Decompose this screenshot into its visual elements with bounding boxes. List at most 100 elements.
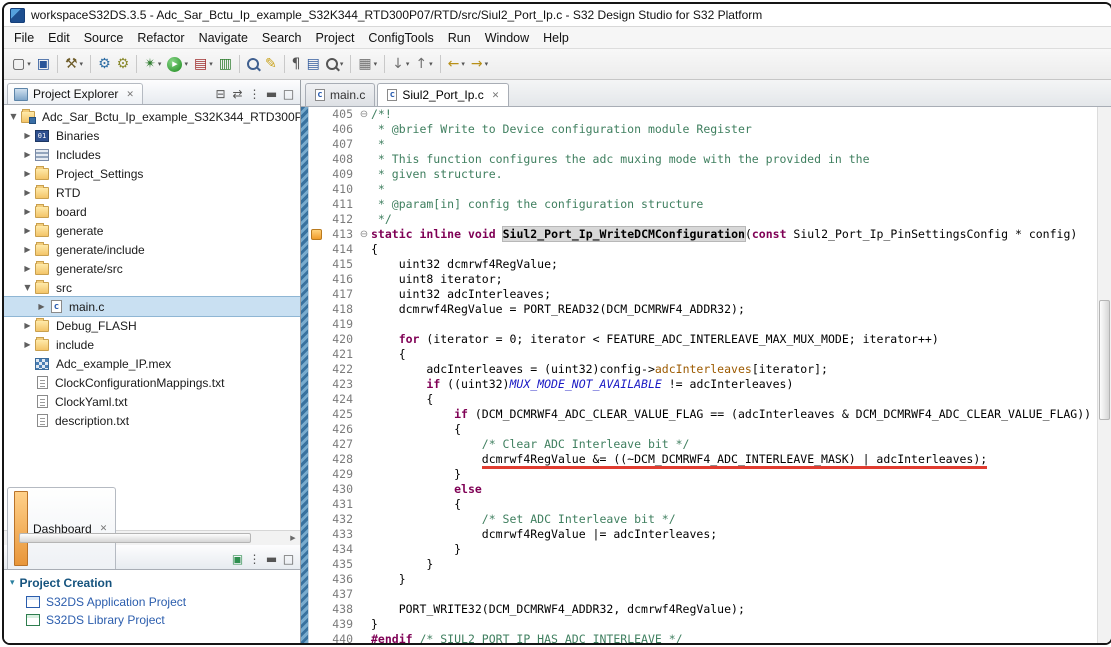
fold-collapse-icon[interactable]: ⊖ <box>357 107 371 122</box>
code-line[interactable]: 413 ⊖ static inline void Siul2_Port_Ip_Wri… <box>309 226 1097 242</box>
open-dashboard-icon[interactable]: ▣ <box>229 552 246 566</box>
project-explorer-tab[interactable]: Project Explorer ✕ <box>7 83 143 104</box>
menu-search[interactable]: Search <box>255 29 309 47</box>
line-number[interactable]: 409 <box>323 167 357 182</box>
line-number[interactable]: 422 <box>323 362 357 377</box>
tree-item-board[interactable]: ▶ board <box>4 202 300 221</box>
line-number[interactable]: 438 <box>323 602 357 617</box>
expand-arrow-icon[interactable]: ▶ <box>22 264 33 273</box>
code-line[interactable]: 438 PORT_WRITE32(DCM_DCMRWF4_ADDR32, dcm… <box>309 602 1097 617</box>
line-number[interactable]: 418 <box>323 302 357 317</box>
tab-siul2-port-ip-c[interactable]: c Siul2_Port_Ip.c ✕ <box>377 83 510 106</box>
tree-item-includes[interactable]: ▶ Includes <box>4 145 300 164</box>
line-number[interactable]: 430 <box>323 482 357 497</box>
maximize-icon[interactable]: □ <box>280 87 297 101</box>
tree-item-adc-sar-bctu-ip-example-s32k344-rtd300p07[interactable]: ▼ Adc_Sar_Bctu_Ip_example_S32K344_RTD300P… <box>4 107 300 126</box>
line-number[interactable]: 406 <box>323 122 357 137</box>
menu-project[interactable]: Project <box>309 29 362 47</box>
expand-arrow-icon[interactable]: ▶ <box>22 131 33 140</box>
code-line[interactable]: 431 { <box>309 497 1097 512</box>
expand-arrow-icon[interactable]: ▶ <box>22 150 33 159</box>
tree-item-debug-flash[interactable]: ▶ Debug_FLASH <box>4 316 300 335</box>
menu-refactor[interactable]: Refactor <box>130 29 191 47</box>
open-console-button[interactable]: ▤ <box>304 52 323 76</box>
menu-configtools[interactable]: ConfigTools <box>361 29 440 47</box>
code-line[interactable]: 406 * @brief Write to Device configurati… <box>309 122 1097 137</box>
code-line[interactable]: 426 { <box>309 422 1097 437</box>
tree-item-generate[interactable]: ▶ generate <box>4 221 300 240</box>
line-number[interactable]: 419 <box>323 317 357 332</box>
line-number[interactable]: 439 <box>323 617 357 632</box>
code-line[interactable]: 420 for (iterator = 0; iterator < FEATUR… <box>309 332 1097 347</box>
code-line[interactable]: 407 * <box>309 137 1097 152</box>
run-button[interactable]: ▶ ▾ <box>164 52 191 76</box>
mark-occurrences-button[interactable]: ✎ <box>262 52 280 76</box>
expand-arrow-icon[interactable]: ▶ <box>22 188 33 197</box>
menu-navigate[interactable]: Navigate <box>192 29 255 47</box>
line-number[interactable]: 410 <box>323 182 357 197</box>
code-line[interactable]: 422 adcInterleaves = (uint32)config->adc… <box>309 362 1097 377</box>
line-number[interactable]: 412 <box>323 212 357 227</box>
tree-item-adc-example-ip-mex[interactable]: Adc_example_IP.mex <box>4 354 300 373</box>
horizontal-scrollbar[interactable]: ◀ ▶ <box>4 530 300 545</box>
code-line[interactable]: 440 #endif /* SIUL2_PORT_IP_HAS_ADC_INTER… <box>309 632 1097 643</box>
code-line[interactable]: 437 <box>309 587 1097 602</box>
coverage-button[interactable]: ▥ <box>216 52 235 76</box>
line-number[interactable]: 433 <box>323 527 357 542</box>
project-creation-section[interactable]: ▾ Project Creation <box>4 573 300 593</box>
tree-item-main-c[interactable]: ▶ c main.c <box>4 296 300 317</box>
code-line[interactable]: 412 */ <box>309 212 1097 227</box>
tree-item-include[interactable]: ▶ include <box>4 335 300 354</box>
link-s32ds-library-project[interactable]: S32DS Library Project <box>4 611 300 629</box>
line-number[interactable]: 436 <box>323 572 357 587</box>
code-line[interactable]: 433 dcmrwf4RegValue |= adcInterleaves; <box>309 527 1097 542</box>
dashboard-tab[interactable]: Dashboard ✕ <box>7 487 117 569</box>
code-line[interactable]: 411 * @param[in] config the configuratio… <box>309 197 1097 212</box>
flashlight-button[interactable] <box>244 52 262 76</box>
code-line[interactable]: 408 * This function configures the adc m… <box>309 152 1097 167</box>
editor-scrollbar-thumb[interactable] <box>1099 299 1110 420</box>
collapse-arrow-icon[interactable]: ▼ <box>22 283 33 292</box>
code-line[interactable]: 405 ⊖/*! <box>309 107 1097 122</box>
code-line[interactable]: 430 else <box>309 482 1097 497</box>
line-number[interactable]: 427 <box>323 437 357 452</box>
menu-help[interactable]: Help <box>536 29 576 47</box>
line-number[interactable]: 426 <box>323 422 357 437</box>
expand-arrow-icon[interactable]: ▶ <box>22 245 33 254</box>
code-line[interactable]: 434 } <box>309 542 1097 557</box>
scrollbar-thumb[interactable] <box>19 533 252 543</box>
code-line[interactable]: 439} <box>309 617 1097 632</box>
line-number[interactable]: 440 <box>323 632 357 643</box>
code-line[interactable]: 419 <box>309 317 1097 332</box>
editor-scrollbar[interactable] <box>1097 107 1111 643</box>
build-button[interactable]: ⚒ ▾ <box>62 52 86 76</box>
line-number[interactable]: 429 <box>323 467 357 482</box>
link-s32ds-application-project[interactable]: S32DS Application Project <box>4 593 300 611</box>
code-line[interactable]: 436 } <box>309 572 1097 587</box>
menu-source[interactable]: Source <box>77 29 131 47</box>
menu-window[interactable]: Window <box>478 29 536 47</box>
line-number[interactable]: 415 <box>323 257 357 272</box>
code-line[interactable]: 409 * given structure. <box>309 167 1097 182</box>
maximize-icon[interactable]: □ <box>280 552 297 566</box>
save-button[interactable]: ▣ <box>34 52 53 76</box>
line-number[interactable]: 408 <box>323 152 357 167</box>
code-line[interactable]: 414 { <box>309 242 1097 257</box>
menu-file[interactable]: File <box>7 29 41 47</box>
tree-item-src[interactable]: ▼ src <box>4 278 300 297</box>
link-with-editor-icon[interactable]: ⇄ <box>229 87 246 101</box>
code-line[interactable]: 429 } <box>309 467 1097 482</box>
code-line[interactable]: 428 dcmrwf4RegValue &= ((~DCM_DCMRWF4_AD… <box>309 452 1097 469</box>
line-number[interactable]: 437 <box>323 587 357 602</box>
close-tab-icon[interactable]: ✕ <box>492 90 500 101</box>
code-line[interactable]: 421 { <box>309 347 1097 362</box>
next-annotation-button[interactable]: ↓ ▾ <box>389 52 412 76</box>
line-number[interactable]: 421 <box>323 347 357 362</box>
line-number[interactable]: 431 <box>323 497 357 512</box>
minimize-icon[interactable]: ▬ <box>263 552 280 566</box>
expand-arrow-icon[interactable]: ▶ <box>22 207 33 216</box>
code-line[interactable]: 416 uint8 iterator; <box>309 272 1097 287</box>
tree-item-generate-include[interactable]: ▶ generate/include <box>4 240 300 259</box>
new-wizard-button[interactable]: ▢ ▾ <box>9 52 34 76</box>
external-tools-button[interactable]: ▤ ▾ <box>191 52 216 76</box>
